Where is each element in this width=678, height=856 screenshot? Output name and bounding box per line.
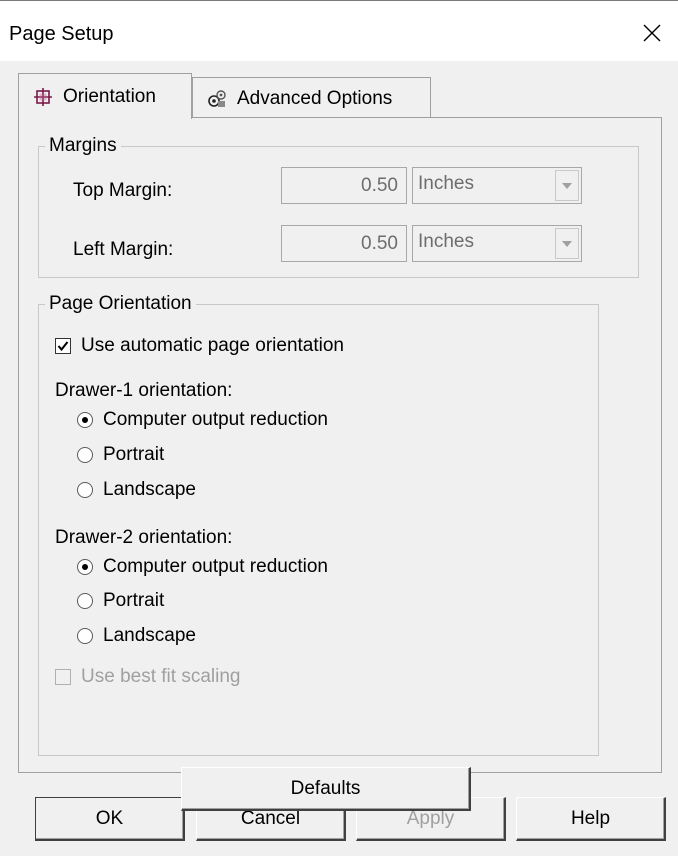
ok-button[interactable]: OK	[35, 797, 185, 841]
left-margin-unit-select[interactable]: Inches	[412, 225, 582, 262]
left-margin-unit-dropdown-button[interactable]	[555, 228, 579, 259]
tab-advanced-options[interactable]: Advanced Options	[192, 77, 431, 119]
radio-label: Landscape	[103, 625, 196, 646]
top-margin-unit-select[interactable]: Inches	[412, 167, 582, 204]
orientation-icon	[34, 87, 52, 106]
radio-label: Computer output reduction	[103, 409, 328, 430]
best-fit-scaling-label: Use best fit scaling	[81, 666, 241, 687]
close-icon	[643, 24, 661, 42]
auto-orientation-label: Use automatic page orientation	[81, 335, 344, 356]
defaults-button[interactable]: Defaults	[181, 767, 471, 811]
window-title: Page Setup	[9, 23, 114, 45]
best-fit-scaling-checkbox[interactable]: Use best fit scaling	[55, 666, 240, 688]
top-margin-unit-value: Inches	[418, 173, 474, 194]
advanced-options-icon	[208, 89, 226, 107]
auto-orientation-checkbox[interactable]: Use automatic page orientation	[55, 335, 344, 357]
margins-group-title: Margins	[45, 135, 121, 157]
radio-label: Computer output reduction	[103, 556, 328, 577]
tab-orientation[interactable]: Orientation	[18, 73, 192, 119]
best-fit-scaling-checkbox-box[interactable]	[55, 669, 71, 685]
top-margin-label: Top Margin:	[73, 180, 173, 201]
top-margin-input[interactable]: 0.50	[281, 167, 407, 204]
tab-advanced-options-label: Advanced Options	[237, 87, 393, 109]
dialog-body: Orientation Advanced Options Margins Top…	[0, 61, 678, 856]
page-orientation-group: Page Orientation Use automatic page orie…	[38, 293, 599, 756]
radio-label: Portrait	[103, 590, 165, 611]
drawer1-radio-portrait[interactable]: Portrait	[77, 444, 164, 466]
drawer2-radio-portrait[interactable]: Portrait	[77, 590, 164, 612]
auto-orientation-checkbox-box[interactable]	[55, 338, 71, 354]
drawer2-radio-landscape[interactable]: Landscape	[77, 625, 196, 647]
title-bar: Page Setup	[0, 1, 678, 61]
tab-orientation-label: Orientation	[63, 85, 156, 107]
margins-group: Margins Top Margin: 0.50 Inches Left Mar…	[38, 135, 639, 278]
chevron-down-icon	[562, 240, 572, 247]
close-button[interactable]	[632, 15, 672, 51]
drawer2-radio-computer-output-reduction[interactable]: Computer output reduction	[77, 556, 328, 578]
checkmark-icon	[57, 341, 69, 352]
left-margin-unit-value: Inches	[418, 231, 474, 252]
left-margin-input[interactable]: 0.50	[281, 225, 407, 262]
top-margin-unit-dropdown-button[interactable]	[555, 170, 579, 201]
chevron-down-icon	[562, 182, 572, 189]
page-orientation-group-title: Page Orientation	[45, 293, 196, 315]
drawer1-radio-landscape[interactable]: Landscape	[77, 479, 196, 501]
left-margin-label: Left Margin:	[73, 239, 174, 260]
orientation-tab-panel: Margins Top Margin: 0.50 Inches Left Mar…	[18, 117, 662, 811]
drawer1-orientation-label: Drawer-1 orientation:	[55, 380, 233, 401]
drawer1-radio-computer-output-reduction[interactable]: Computer output reduction	[77, 409, 328, 431]
radio-label: Portrait	[103, 444, 165, 465]
radio-label: Landscape	[103, 479, 196, 500]
help-button[interactable]: Help	[516, 797, 666, 841]
drawer2-orientation-label: Drawer-2 orientation:	[55, 527, 233, 548]
